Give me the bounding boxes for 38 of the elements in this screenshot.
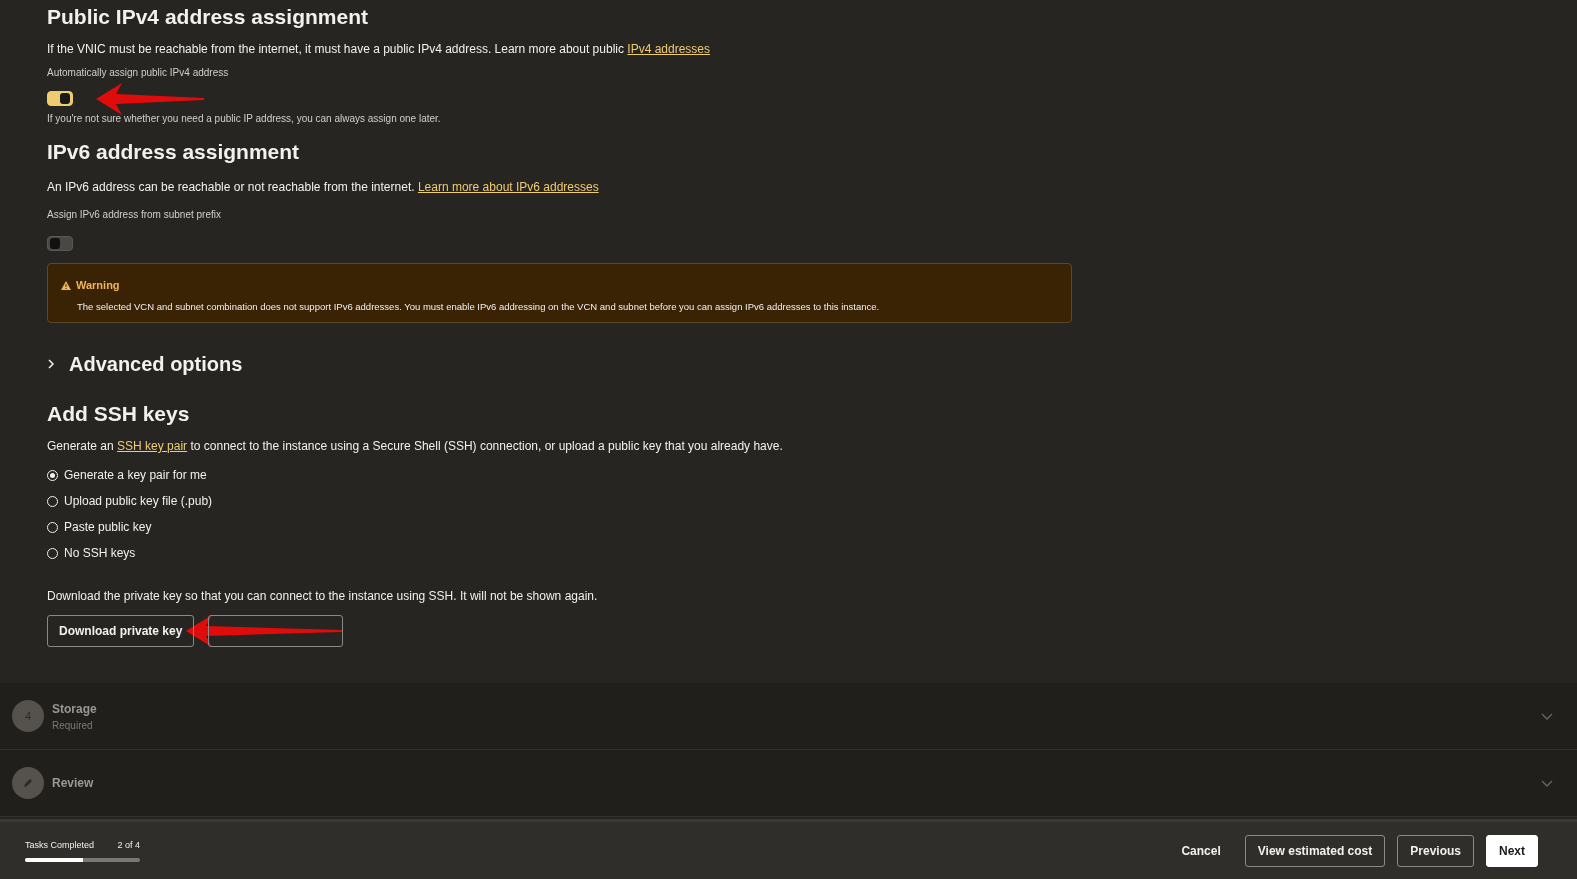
step-row[interactable]: Review [0,750,1577,817]
download-public-key-button[interactable] [208,615,344,647]
chevron-icon [47,359,55,369]
download-private-key-button[interactable]: Download private key [47,615,195,647]
ipv4-link[interactable]: IPv4 addresses [627,42,711,56]
footer-button[interactable]: View estimated cost [1244,834,1386,867]
chevron-down-icon [1541,712,1553,720]
footer-button[interactable]: Previous [1397,834,1474,867]
section-heading: Add SSH keys [47,401,191,427]
radio-option[interactable]: Upload public key file (.pub) [47,488,1577,514]
footer-button[interactable]: Next [1486,834,1538,867]
description-text: An IPv6 address can be reachable or not reachable from the internet. Learn more about IPv6 addresses [47,179,600,195]
step-subtitle: Required [52,718,94,733]
advanced-options-toggle[interactable]: Advanced options [47,351,1577,377]
warning-icon [61,280,71,290]
radio-option[interactable]: Paste public key [47,514,1577,540]
step-title: Storage [52,700,97,718]
chevron-down-icon [1541,779,1553,787]
tasks-count: 2 of 4 [117,838,140,852]
pencil-icon [23,778,33,788]
warning-message: The selected VCN and subnet combination does not support IPv6 addresses. You must enable IPv6 addressing on the VCN and subnet before you can assign IPv6 addresses to this instance. [76,299,881,314]
section-heading: IPv6 address assignment [47,139,301,165]
hint-text: If you're not sure whether you need a public IP address, you can always assign one later. [47,113,442,125]
section-heading: Public IPv4 address assignment [47,4,369,30]
radio-option[interactable]: No SSH keys [47,540,1577,566]
ssh-key-pair-link[interactable]: SSH key pair [117,439,188,453]
tasks-label: Tasks Completed [25,838,95,852]
field-label: Assign IPv6 address from subnet prefix [47,209,222,221]
toggle-switch[interactable] [47,236,73,251]
description-text: If the VNIC must be reachable from the internet, it must have a public IPv4 address. Learn more about public IPv4 addresses [47,41,712,57]
field-label: Automatically assign public IPv4 address [47,67,230,79]
ipv6-link[interactable]: Learn more about IPv6 addresses [417,180,599,194]
warning-title: Warning [76,278,120,293]
download-note: Download the private key so that you can connect to the instance using SSH. It will not be shown again. [47,588,599,604]
radio-option[interactable]: Generate a key pair for me [47,462,1577,488]
footer-button[interactable]: Cancel [1169,834,1233,867]
step-title: Review [52,775,94,792]
description-text: Generate an SSH key pair to connect to the instance using a Secure Shell (SSH) connection, or upload a public key that you already have. [47,438,784,454]
